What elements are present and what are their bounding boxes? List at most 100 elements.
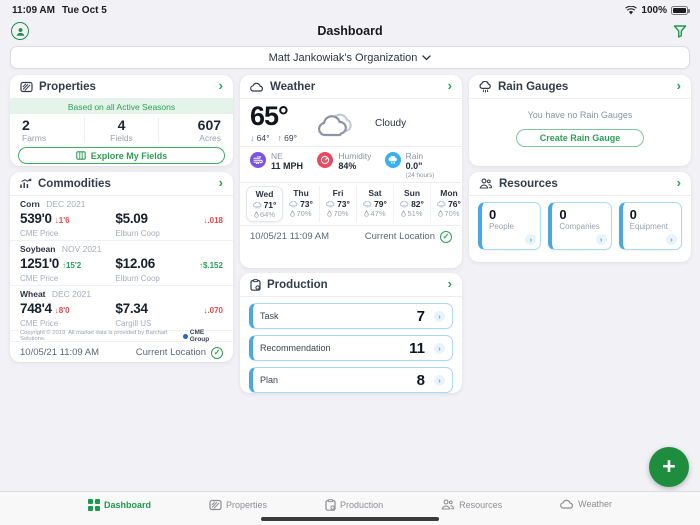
active-seasons-banner: Based on all Active Seasons	[10, 99, 233, 114]
explore-my-fields-button[interactable]: Explore My Fields	[18, 147, 225, 164]
forecast-day-mon[interactable]: Mon 76° 70%	[431, 186, 462, 222]
plan-label: Plan	[260, 375, 279, 385]
field-icon	[20, 81, 33, 93]
page-title: Dashboard	[317, 24, 383, 38]
local-price: $7.34	[115, 301, 148, 316]
task-label: Task	[260, 311, 279, 321]
status-date: Tue Oct 5	[61, 4, 107, 16]
chevron-right-icon: ›	[218, 175, 223, 190]
rain-period: (24 hours)	[405, 172, 435, 180]
properties-card: Properties › Based on all Active Seasons…	[10, 75, 233, 166]
acres-count: 607	[197, 117, 222, 133]
filter-button[interactable]	[673, 24, 687, 38]
resources-card-header[interactable]: Resources ›	[469, 172, 691, 196]
forecast-day-sun[interactable]: Sun 82° 51%	[394, 186, 431, 223]
production-card-header[interactable]: Production ›	[240, 273, 462, 297]
filter-funnel-icon	[673, 24, 687, 38]
droplet-icon	[438, 210, 444, 218]
acres-stat: 607 Acres	[158, 117, 233, 143]
tab-weather[interactable]: Weather	[560, 499, 612, 509]
rain-cloud-icon	[289, 200, 298, 208]
create-rain-gauge-button[interactable]: Create Rain Gauge	[516, 129, 644, 147]
recommendation-row[interactable]: Recommendation 11 ›	[249, 335, 453, 361]
weather-timestamp: 10/05/21 11:09 AM	[250, 231, 330, 243]
commodity-row-corn: Corn DEC 2021 539'01'6 $5.09 .018 CME Pr…	[10, 196, 233, 241]
chevron-right-icon: ›	[665, 234, 677, 245]
market-chart-icon	[20, 178, 32, 189]
current-conditions: 65° ↓ 64° ↑ 69° Cloudy	[240, 99, 462, 147]
tab-production[interactable]: Production	[325, 499, 383, 511]
low-temp: ↓ 64°	[250, 133, 270, 143]
forecast-day-thu[interactable]: Thu 73° 70%	[283, 186, 320, 223]
commodity-name: Wheat	[20, 289, 46, 299]
profile-button[interactable]	[11, 22, 29, 40]
wifi-icon	[625, 5, 638, 15]
status-bar: 11:09 AM Tue Oct 5 100%	[0, 0, 700, 20]
weather-location: Current Location ✓	[365, 230, 452, 243]
forecast-row: Wed 71° 64% Thu 73° 70% Fri 73° 70% Sat …	[240, 183, 462, 227]
forecast-day-sat[interactable]: Sat 79° 47%	[357, 186, 394, 223]
commodities-card-header[interactable]: Commodities ›	[10, 172, 233, 196]
high-temp: ↑ 69°	[277, 133, 297, 143]
rain-cloud-icon	[384, 152, 401, 168]
resources-card-title: Resources	[499, 177, 558, 190]
humidity-gauge-icon	[317, 152, 334, 168]
location-check-icon: ✓	[211, 346, 223, 359]
plan-row[interactable]: Plan 8 ›	[249, 367, 453, 393]
production-card: Production › Task 7 › Recommendation 11 …	[240, 273, 462, 393]
rain-cloud-icon	[437, 200, 446, 208]
people-count: 0	[489, 207, 497, 222]
rain-gauges-card-header[interactable]: Rain Gauges ›	[469, 75, 691, 99]
droplet-icon	[327, 210, 333, 218]
fields-count: 4	[117, 117, 126, 133]
properties-card-header[interactable]: Properties ›	[10, 75, 233, 99]
properties-stats: 2 Farms 4 Fields 607 Acres	[10, 114, 233, 145]
tab-resources[interactable]: Resources	[441, 499, 502, 510]
people-tile[interactable]: 0 People ›	[478, 202, 542, 250]
commodity-name: Corn	[20, 199, 40, 209]
cme-change: 1'6	[55, 216, 70, 225]
rain-cloud-icon	[363, 200, 372, 208]
equipment-tile[interactable]: 0 Equipment ›	[618, 202, 682, 250]
companies-tile[interactable]: 0 Companies ›	[548, 202, 612, 250]
header: Dashboard	[0, 20, 700, 44]
cloud-icon	[560, 499, 574, 509]
dashboard-grid-icon	[88, 499, 100, 511]
cme-group-logo: CME Group	[183, 329, 223, 343]
condition-label: Cloudy	[374, 117, 407, 129]
local-source-label: Elburn Coop	[115, 274, 160, 283]
rain-cloud-icon	[400, 200, 409, 208]
dashboard-screen: 11:09 AM Tue Oct 5 100% Dashboard Matt J…	[0, 0, 700, 525]
local-source-label: Cargill US	[115, 319, 152, 328]
home-indicator[interactable]	[261, 516, 439, 521]
commodities-card-title: Commodities	[38, 177, 111, 190]
chevron-down-icon	[422, 54, 432, 61]
tab-dashboard[interactable]: Dashboard	[88, 499, 151, 511]
organization-name: Matt Jankowiak's Organization	[268, 51, 418, 64]
farms-label: Farms	[22, 133, 47, 143]
weather-card-header[interactable]: Weather ›	[240, 75, 462, 99]
rain-cloud-icon	[479, 80, 492, 93]
droplet-icon	[254, 211, 259, 219]
rain-gauges-card: Rain Gauges › You have no Rain Gauges Cr…	[469, 75, 691, 166]
local-change: .070	[193, 306, 223, 315]
weather-stats: NE 11 MPH Humidity 84% Rain 0.0" (24 hou…	[240, 147, 462, 184]
cloud-icon	[250, 82, 264, 92]
cme-price: 539'0	[20, 211, 52, 226]
chevron-right-icon: ›	[434, 374, 445, 386]
forecast-day-wed[interactable]: Wed 71° 64%	[246, 186, 283, 223]
rain-value: 0.0"	[405, 161, 423, 172]
wind-stat: NE 11 MPH	[250, 151, 317, 179]
organization-selector[interactable]: Matt Jankowiak's Organization	[10, 46, 690, 69]
battery-percent: 100%	[641, 4, 667, 16]
rain-gauges-card-title: Rain Gauges	[498, 80, 569, 93]
task-row[interactable]: Task 7 ›	[249, 303, 453, 329]
local-source-label: Elburn Coop	[115, 229, 160, 238]
recommendation-label: Recommendation	[260, 343, 331, 353]
add-button[interactable]: +	[649, 447, 689, 487]
local-change: .018	[193, 216, 223, 225]
cme-dot-icon	[183, 333, 188, 339]
forecast-day-fri[interactable]: Fri 73° 70%	[320, 186, 357, 223]
tab-properties[interactable]: Properties	[209, 499, 267, 511]
local-change: $.152	[193, 261, 223, 270]
